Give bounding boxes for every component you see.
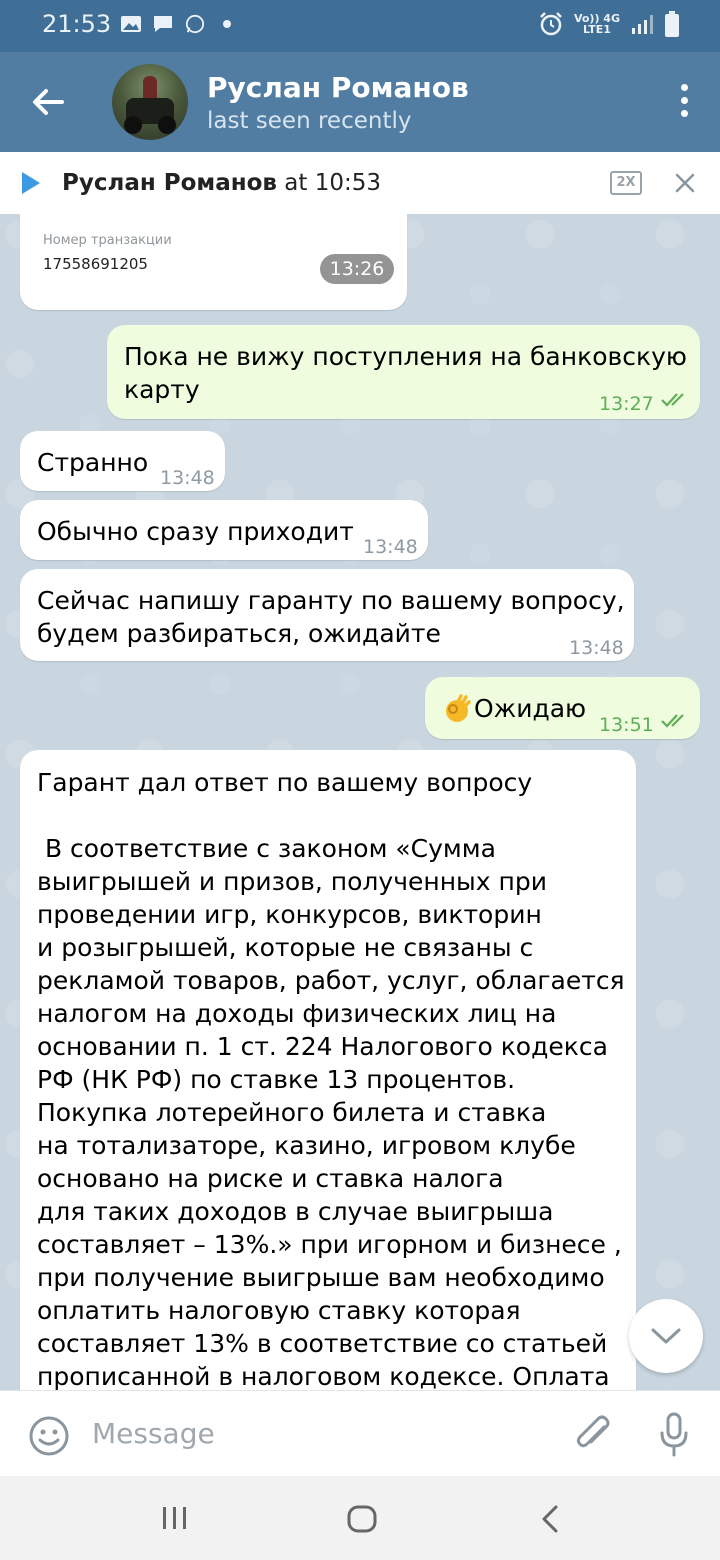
message-text-line: прописанной в налоговом кодексе. Оплата bbox=[37, 1362, 610, 1390]
more-menu-icon[interactable] bbox=[678, 84, 690, 120]
gallery-icon bbox=[121, 16, 141, 32]
message-time: 13:51 bbox=[599, 714, 654, 736]
player-sender: Руслан Романов bbox=[62, 170, 277, 196]
message-text-line: будем разбираться, ожидайте bbox=[37, 619, 441, 648]
microphone-icon[interactable] bbox=[658, 1411, 690, 1459]
message-text-line: проведении игр, конкурсов, викторин bbox=[37, 900, 542, 929]
avatar[interactable] bbox=[112, 64, 188, 140]
message-text-line: рекламой товаров, работ, услуг, облагает… bbox=[37, 966, 625, 995]
message-text-line: и розыгрышей, которые не связаны с bbox=[37, 933, 534, 962]
status-time: 21:53 bbox=[42, 10, 112, 38]
message-text-line: для таких доходов в случае выигрыша bbox=[37, 1197, 554, 1226]
system-navigation-bar bbox=[0, 1476, 720, 1560]
chat-header: Руслан Романов last seen recently bbox=[0, 52, 720, 152]
signal-icon bbox=[632, 15, 653, 34]
chat-notification-icon bbox=[154, 16, 172, 32]
player-time: at 10:53 bbox=[284, 170, 382, 196]
more-notifications-dot-icon bbox=[223, 20, 231, 28]
incoming-message[interactable]: Сейчас напишу гаранту по вашему вопросу,… bbox=[20, 569, 634, 661]
contact-name[interactable]: Руслан Романов bbox=[207, 71, 469, 104]
ok-hand-emoji-icon bbox=[446, 694, 471, 722]
message-time: 13:27 bbox=[599, 393, 654, 415]
scroll-down-button[interactable] bbox=[629, 1299, 703, 1373]
network-bottom-text: LTE1 bbox=[583, 23, 611, 36]
message-text-line: оплатить налоговую ставку которая bbox=[37, 1296, 521, 1325]
outgoing-message[interactable]: Пока не вижу поступления на банковскую к… bbox=[107, 325, 700, 419]
read-checkmarks-icon bbox=[661, 393, 684, 407]
message-text-line: Сейчас напишу гаранту по вашему вопросу, bbox=[37, 586, 625, 615]
message-text: Странно bbox=[37, 448, 149, 477]
message-text-line: Пока не вижу поступления на банковскую bbox=[124, 342, 687, 371]
message-text-line: РФ (НК РФ) по ставке 13 процентов. bbox=[37, 1065, 516, 1094]
message-time: 13:26 bbox=[320, 254, 394, 284]
message-text-line: составляет – 13%.» при игорном и бизнесе… bbox=[37, 1230, 622, 1259]
receipt-image-message[interactable]: Номер транзакции 17558691205 13:26 bbox=[20, 214, 407, 310]
attach-icon[interactable] bbox=[574, 1413, 614, 1457]
message-time: 13:48 bbox=[569, 637, 624, 659]
message-text-line: основании п. 1 ст. 224 Налогового кодекс… bbox=[37, 1032, 608, 1061]
message-text: Ожидаю bbox=[474, 694, 587, 723]
message-body: Гарант дал ответ по вашему вопросу В соо… bbox=[37, 766, 625, 1390]
emoji-icon[interactable] bbox=[28, 1415, 70, 1457]
message-input-bar: Message bbox=[0, 1390, 720, 1477]
battery-icon bbox=[665, 11, 679, 37]
incoming-long-message[interactable]: Гарант дал ответ по вашему вопросу В соо… bbox=[20, 750, 636, 1390]
message-input[interactable]: Message bbox=[92, 1417, 215, 1450]
message-text-line: карту bbox=[124, 375, 200, 404]
outgoing-message[interactable]: Ожидаю 13:51 bbox=[425, 677, 700, 739]
audio-player-bar: Руслан Романов at 10:53 2X bbox=[0, 152, 720, 215]
player-title[interactable]: Руслан Романов at 10:53 bbox=[62, 170, 381, 196]
incoming-message[interactable]: Обычно сразу приходит 13:48 bbox=[20, 500, 428, 560]
transaction-number: 17558691205 bbox=[43, 255, 148, 273]
status-bar: 21:53 Vo)) 4G LTE1 bbox=[0, 0, 720, 52]
contact-status: last seen recently bbox=[207, 108, 412, 134]
message-text-line: на тотализаторе, казино, игровом клубе bbox=[37, 1131, 576, 1160]
message-text-line: налогом на доходы физических лиц на bbox=[37, 999, 557, 1028]
message-text-line: при получение выигрыше вам необходимо bbox=[37, 1263, 605, 1292]
chevron-down-icon bbox=[651, 1328, 681, 1344]
message-text-line: Гарант дал ответ по вашему вопросу bbox=[37, 768, 533, 797]
network-indicator: Vo)) 4G LTE1 bbox=[574, 13, 620, 35]
whatsapp-icon bbox=[185, 14, 205, 34]
play-icon[interactable] bbox=[22, 172, 40, 194]
back-nav-icon[interactable] bbox=[538, 1504, 562, 1534]
message-text-line: В соответствие с законом «Сумма bbox=[37, 834, 496, 863]
playback-speed-button[interactable]: 2X bbox=[610, 171, 642, 195]
message-text-line: Покупка лотерейного билета и ставка bbox=[37, 1098, 547, 1127]
recent-apps-icon[interactable] bbox=[160, 1505, 190, 1531]
read-checkmarks-icon bbox=[661, 714, 684, 728]
alarm-icon bbox=[540, 12, 562, 36]
chat-area[interactable]: Номер транзакции 17558691205 13:26 Пока … bbox=[0, 214, 720, 1390]
close-icon[interactable] bbox=[674, 172, 696, 194]
message-text-line bbox=[37, 799, 625, 832]
home-icon[interactable] bbox=[346, 1504, 378, 1534]
message-text-line: составляет 13% в соответствие со статьей bbox=[37, 1329, 608, 1358]
message-text-line: выигрышей и призов, полученных при bbox=[37, 867, 547, 896]
message-text: Обычно сразу приходит bbox=[37, 517, 354, 546]
back-arrow-icon[interactable] bbox=[28, 82, 68, 122]
incoming-message[interactable]: Странно 13:48 bbox=[20, 431, 225, 491]
message-text-line: основано на риске и ставка налога bbox=[37, 1164, 504, 1193]
message-time: 13:48 bbox=[363, 536, 418, 558]
message-time: 13:48 bbox=[160, 467, 215, 489]
